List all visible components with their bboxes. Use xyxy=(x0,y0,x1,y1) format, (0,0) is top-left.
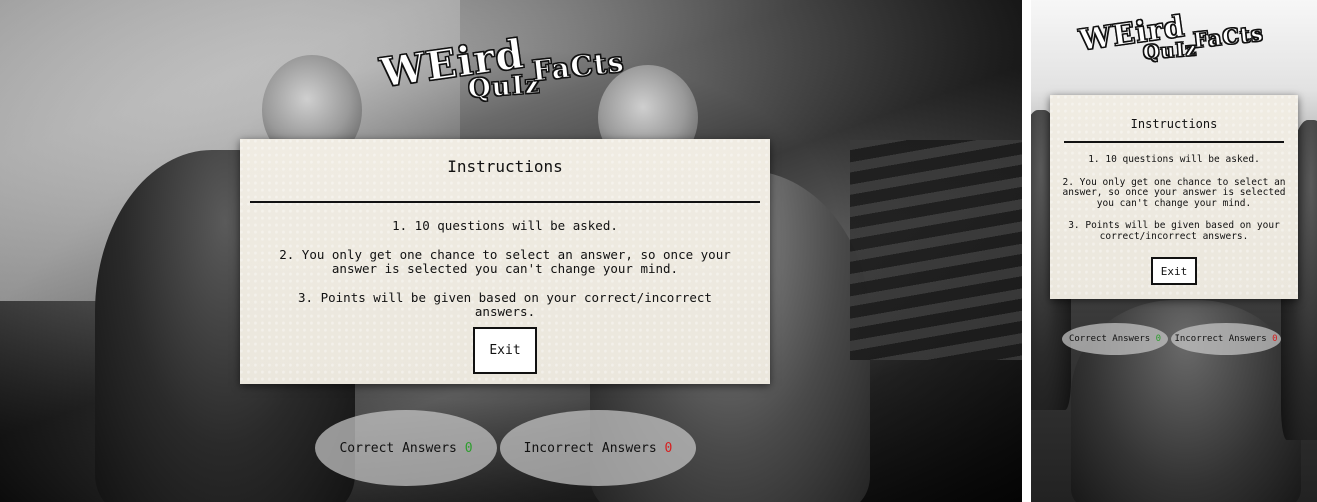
mobile-incorrect-answers-counter: Incorrect Answers 0 xyxy=(1171,323,1281,355)
mobile-instruction-line-2: 2. You only get one chance to select an … xyxy=(1062,176,1286,209)
mobile-incorrect-answers-value: 0 xyxy=(1272,334,1278,344)
correct-answers-label: Correct Answers xyxy=(339,440,457,456)
modal-body: 1. 10 questions will be asked. 2. You on… xyxy=(265,219,745,319)
mobile-modal-title: Instructions xyxy=(1130,117,1218,131)
correct-answers-value: 0 xyxy=(464,440,473,456)
instructions-modal: Instructions 1. 10 questions will be ask… xyxy=(240,139,770,384)
instruction-line-2: 2. You only get one chance to select an … xyxy=(279,247,731,276)
mobile-app-logo: WEird QuIz FaCts xyxy=(1077,6,1279,74)
mobile-logo-word-facts: FaCts xyxy=(1191,20,1265,53)
mobile-instruction-line-3: 3. Points will be given based on your co… xyxy=(1068,220,1280,242)
mobile-correct-answers-counter: Correct Answers 0 xyxy=(1062,323,1168,355)
incorrect-answers-counter: Incorrect Answers 0 xyxy=(500,410,696,486)
modal-title: Instructions xyxy=(447,157,563,176)
mobile-instructions-modal: Instructions 1. 10 questions will be ask… xyxy=(1050,95,1298,299)
mobile-instruction-line-1: 1. 10 questions will be asked. xyxy=(1088,154,1260,165)
instruction-line-3: 3. Points will be given based on your co… xyxy=(298,290,712,319)
app-logo: WEird QuIz FaCts xyxy=(377,22,630,112)
incorrect-answers-label: Incorrect Answers xyxy=(523,440,657,456)
logo-word-quiz: QuIz xyxy=(467,69,542,105)
mobile-correct-answers-value: 0 xyxy=(1155,334,1162,344)
mobile-modal-divider xyxy=(1064,141,1284,143)
logo-word-facts: FaCts xyxy=(530,45,626,88)
correct-answers-counter: Correct Answers 0 xyxy=(315,410,497,486)
mobile-modal-body: 1. 10 questions will be asked. 2. You on… xyxy=(1060,154,1288,242)
incorrect-answers-value: 0 xyxy=(664,440,673,456)
modal-divider xyxy=(250,201,760,203)
mobile-view: WEird QuIz FaCts Instructions 1. 10 ques… xyxy=(1031,0,1317,502)
instruction-line-1: 1. 10 questions will be asked. xyxy=(392,218,618,233)
mobile-incorrect-answers-label: Incorrect Answers xyxy=(1174,334,1267,344)
mobile-logo-word-quiz: QuIz xyxy=(1142,38,1198,65)
mobile-correct-answers-label: Correct Answers xyxy=(1068,334,1151,344)
mobile-exit-button[interactable]: Exit xyxy=(1151,257,1197,285)
desktop-view: WEird QuIz FaCts Instructions 1. 10 ques… xyxy=(0,0,1022,502)
background-curtain xyxy=(850,140,1022,360)
exit-button[interactable]: Exit xyxy=(473,327,537,374)
